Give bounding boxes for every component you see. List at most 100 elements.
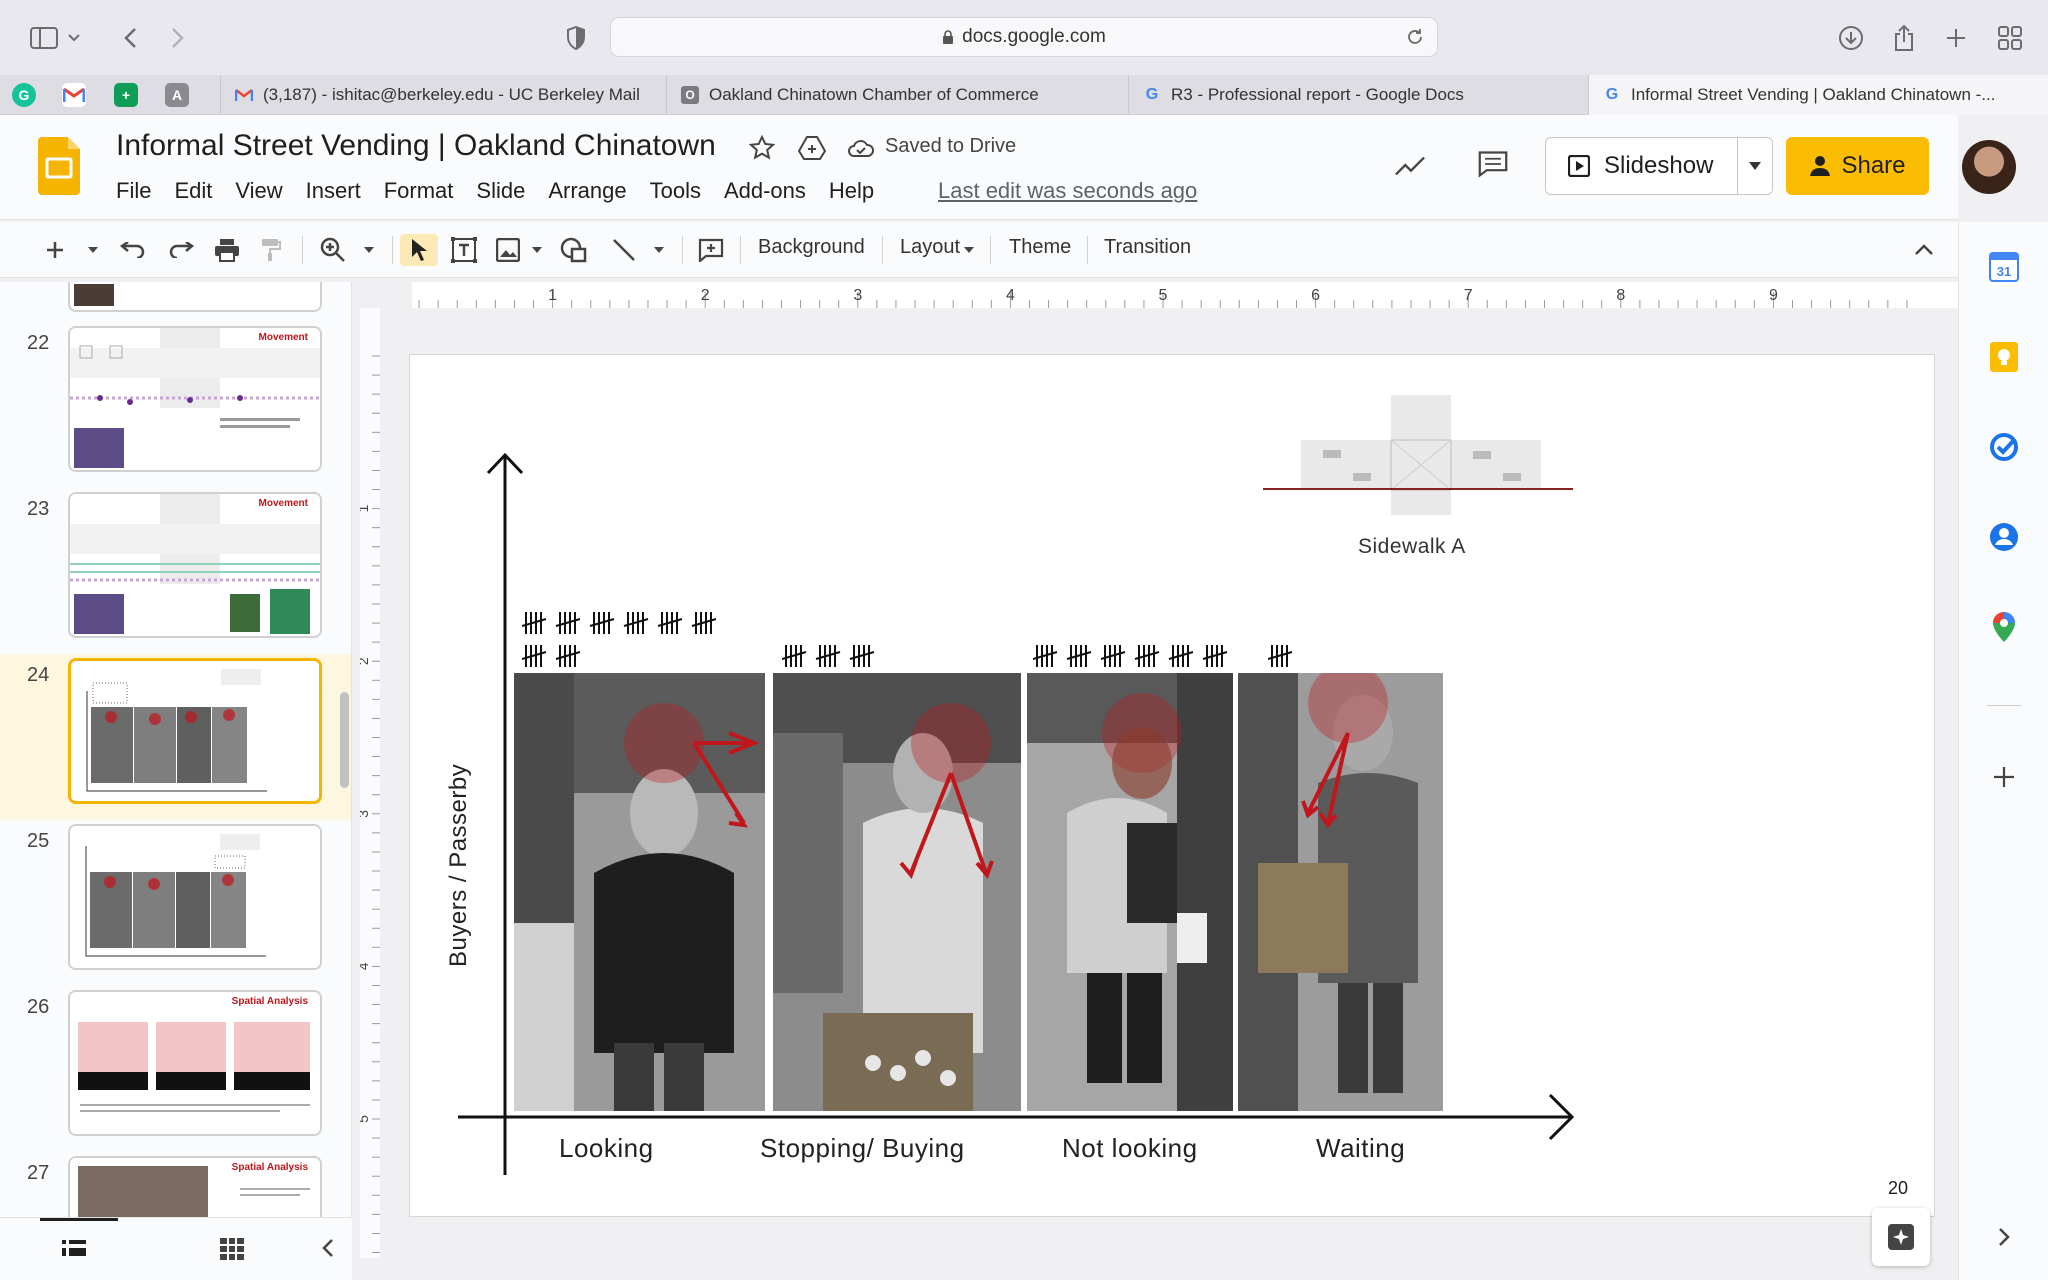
slideshow-dropdown[interactable] <box>1738 162 1772 170</box>
add-comment-icon[interactable] <box>698 234 724 266</box>
slide-number: 24 <box>27 664 50 686</box>
reload-icon[interactable] <box>1405 27 1425 47</box>
caret-down-icon[interactable] <box>88 234 98 266</box>
caret-down-icon[interactable] <box>364 234 374 266</box>
select-cursor-icon[interactable] <box>400 234 438 266</box>
user-avatar[interactable] <box>1962 140 2016 194</box>
slide-thumbnail[interactable] <box>68 658 322 804</box>
tab-overview-icon[interactable] <box>1990 18 2030 58</box>
slide[interactable]: Buyers / Passerby Sidewalk A Looking Sto… <box>410 355 1934 1216</box>
grammarly-icon[interactable]: G <box>12 83 36 107</box>
slide-filmstrip[interactable]: 22 Movement 23 Movement 24 25 26 Spatial… <box>0 282 352 1217</box>
activity-trend-icon[interactable] <box>1395 151 1425 181</box>
tab-professional-report[interactable]: G R3 - Professional report - Google Docs <box>1128 75 1588 115</box>
tally-row <box>521 643 590 675</box>
chevron-down-icon[interactable] <box>62 18 86 58</box>
filmstrip-scrollbar[interactable] <box>340 692 349 788</box>
slide-item-22[interactable]: 22 Movement <box>0 322 351 488</box>
collapse-filmstrip-icon[interactable] <box>322 1238 334 1263</box>
menu-edit[interactable]: Edit <box>174 178 212 204</box>
document-title[interactable]: Informal Street Vending | Oakland Chinat… <box>116 129 716 163</box>
theme-button[interactable]: Theme <box>1009 236 1071 259</box>
menu-insert[interactable]: Insert <box>306 178 361 204</box>
sheets-icon[interactable]: + <box>114 83 138 107</box>
side-panel: 31 <box>1958 222 2048 1280</box>
keep-icon[interactable] <box>1989 342 2019 372</box>
shape-icon[interactable] <box>560 234 588 266</box>
paint-format-icon[interactable] <box>260 234 282 266</box>
menu-file[interactable]: File <box>116 178 151 204</box>
slide-title: Spatial Analysis <box>231 1162 308 1173</box>
share-page-icon[interactable] <box>1884 18 1924 58</box>
slides-logo-icon[interactable] <box>38 137 80 195</box>
tab-chamber-of-commerce[interactable]: O Oakland Chinatown Chamber of Commerce <box>666 75 1128 115</box>
tasks-icon[interactable] <box>1989 432 2019 462</box>
menu-add-ons[interactable]: Add-ons <box>724 178 806 204</box>
new-tab-icon[interactable] <box>1936 18 1976 58</box>
background-button[interactable]: Background <box>758 236 865 259</box>
app-a-icon[interactable]: A <box>165 83 189 107</box>
slideshow-main[interactable]: Slideshow <box>1546 138 1739 194</box>
explore-button[interactable] <box>1872 1208 1930 1266</box>
caret-down-icon[interactable] <box>964 234 974 266</box>
slide-item-24[interactable]: 24 <box>0 654 351 820</box>
add-addon-icon[interactable] <box>1989 762 2019 792</box>
zoom-icon[interactable] <box>320 234 346 266</box>
expand-panel-icon[interactable] <box>1989 1222 2019 1252</box>
slide-item-23[interactable]: 23 Movement <box>0 488 351 654</box>
undo-icon[interactable] <box>120 234 146 266</box>
layout-button[interactable]: Layout <box>900 236 960 259</box>
maps-icon[interactable] <box>1989 612 2019 642</box>
new-slide-icon[interactable] <box>46 234 64 266</box>
lock-icon <box>943 30 954 44</box>
slide-item-27[interactable]: 27 Spatial Analysis <box>0 1152 351 1217</box>
share-button[interactable]: Share <box>1786 137 1929 195</box>
slideshow-button[interactable]: Slideshow <box>1545 137 1773 195</box>
caret-down-icon[interactable] <box>654 234 664 266</box>
forward-icon[interactable] <box>158 18 198 58</box>
slide-thumbnail[interactable]: Spatial Analysis <box>68 1156 322 1217</box>
sidebar-toggle-icon[interactable] <box>24 18 64 58</box>
print-icon[interactable] <box>214 234 240 266</box>
cloud-saved-icon[interactable] <box>846 133 876 163</box>
transition-button[interactable]: Transition <box>1104 236 1191 259</box>
slide-thumbnail[interactable]: Movement <box>68 492 322 638</box>
caret-down-icon[interactable] <box>532 234 542 266</box>
star-icon[interactable] <box>747 133 777 163</box>
slide-thumbnail-21[interactable] <box>68 282 322 312</box>
privacy-shield-icon[interactable] <box>556 18 596 58</box>
downloads-icon[interactable] <box>1831 18 1871 58</box>
tab-gmail[interactable]: (3,187) - ishitac@berkeley.edu - UC Berk… <box>220 75 666 115</box>
line-icon[interactable] <box>612 234 636 266</box>
gmail-icon[interactable] <box>62 83 86 107</box>
filmstrip-view-icon[interactable] <box>62 1238 86 1263</box>
collapse-toolbar-icon[interactable] <box>1914 234 1934 266</box>
text-box-icon[interactable] <box>450 234 478 266</box>
contacts-icon[interactable] <box>1989 522 2019 552</box>
menu-view[interactable]: View <box>235 178 282 204</box>
ruler-label: 7 <box>1464 287 1473 304</box>
menu-help[interactable]: Help <box>829 178 874 204</box>
back-icon[interactable] <box>110 18 150 58</box>
move-to-drive-icon[interactable] <box>797 133 827 163</box>
calendar-icon[interactable]: 31 <box>1989 252 2019 282</box>
slide-thumbnail[interactable] <box>68 824 322 970</box>
slide-item-25[interactable]: 25 <box>0 820 351 986</box>
lock-person-icon <box>1810 156 1831 176</box>
address-bar[interactable]: docs.google.com <box>610 17 1438 57</box>
slide-thumbnail[interactable]: Movement <box>68 326 322 472</box>
menu-format[interactable]: Format <box>384 178 454 204</box>
menu-tools[interactable]: Tools <box>650 178 701 204</box>
insert-image-icon[interactable] <box>496 234 520 266</box>
grid-view-icon[interactable] <box>220 1238 244 1265</box>
redo-icon[interactable] <box>168 234 194 266</box>
tab-informal-street-vending[interactable]: G Informal Street Vending | Oakland Chin… <box>1588 75 2048 115</box>
menu-slide[interactable]: Slide <box>476 178 525 204</box>
comments-icon[interactable] <box>1478 149 1508 179</box>
slide-item-26[interactable]: 26 Spatial Analysis <box>0 986 351 1152</box>
slide-thumbnail[interactable]: Spatial Analysis <box>68 990 322 1136</box>
slide-number: 26 <box>27 996 50 1018</box>
menu-arrange[interactable]: Arrange <box>548 178 626 204</box>
last-edit-link[interactable]: Last edit was seconds ago <box>938 178 1197 204</box>
ruler-label: 2 <box>701 287 710 304</box>
